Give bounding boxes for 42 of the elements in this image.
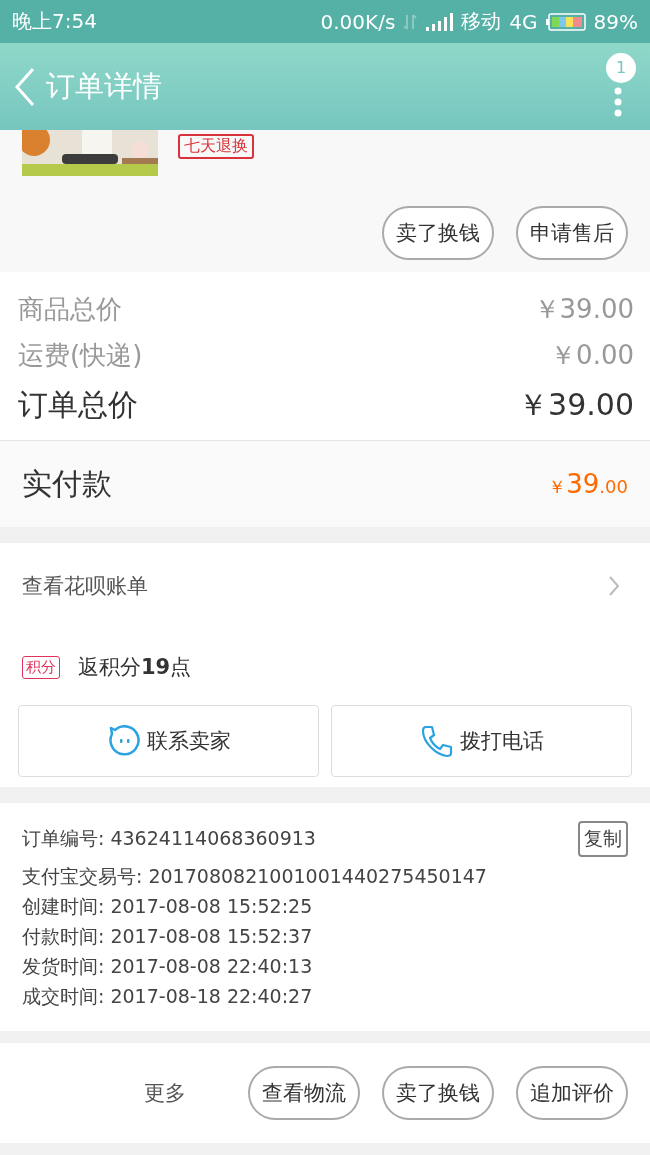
network-type: 4G <box>509 9 538 34</box>
more-icon[interactable] <box>614 86 622 117</box>
order-info-line: 支付宝交易号: 2017080821001001440275450147 <box>22 864 488 889</box>
action-button[interactable]: 卖了换钱 <box>382 206 494 260</box>
points-tag: 积分 <box>22 655 60 679</box>
data-arrows-icon <box>403 12 418 31</box>
huabei-bill-link[interactable]: 查看花呗账单 <box>0 543 650 629</box>
order-info-line: 创建时间: 2017-08-08 15:52:25 <box>22 894 314 919</box>
chat-face-icon <box>106 725 141 757</box>
phone-icon <box>419 724 454 758</box>
paid-label: 实付款 <box>22 464 112 503</box>
order-info-line: 付款时间: 2017-08-08 15:52:37 <box>22 924 314 949</box>
signal-icon <box>425 12 454 31</box>
back-icon[interactable] <box>14 66 36 107</box>
contact-button[interactable]: 联系卖家 <box>18 705 319 777</box>
status-time: 晚上7:54 <box>12 8 97 35</box>
price-value: ￥39.00 <box>533 292 634 326</box>
points-text: 返积分19点 <box>78 654 192 681</box>
more-link[interactable]: 更多 <box>144 1079 186 1107</box>
copy-button[interactable]: 复制 <box>578 821 628 857</box>
action-button[interactable]: 查看物流 <box>248 1066 360 1120</box>
order-info-line: 发货时间: 2017-08-08 22:40:13 <box>22 954 314 979</box>
action-button[interactable]: 追加评价 <box>516 1066 628 1120</box>
return-policy-tag: 七天退换 <box>178 134 254 159</box>
contact-button[interactable]: 拨打电话 <box>331 705 632 777</box>
paid-amount: ￥39.00 <box>548 469 628 499</box>
price-label: 商品总价 <box>18 292 122 326</box>
price-value: ￥39.00 <box>518 385 634 424</box>
action-button[interactable]: 卖了换钱 <box>382 1066 494 1120</box>
page-title: 订单详情 <box>46 67 163 105</box>
price-label: 订单总价 <box>18 385 138 424</box>
battery-percent: 89% <box>593 9 638 34</box>
order-info-line: 订单编号: 43624114068360913 <box>22 826 316 851</box>
carrier-label: 移动 <box>461 8 502 35</box>
chevron-right-icon <box>608 575 620 597</box>
action-button[interactable]: 申请售后 <box>516 206 628 260</box>
price-label: 运费(快递) <box>18 338 143 372</box>
notification-badge: 1 <box>606 52 636 83</box>
order-info-line: 成交时间: 2017-08-18 22:40:27 <box>22 984 314 1009</box>
price-value: ￥0.00 <box>550 338 634 372</box>
network-speed: 0.00K/s <box>320 9 396 34</box>
battery-icon <box>545 12 586 31</box>
